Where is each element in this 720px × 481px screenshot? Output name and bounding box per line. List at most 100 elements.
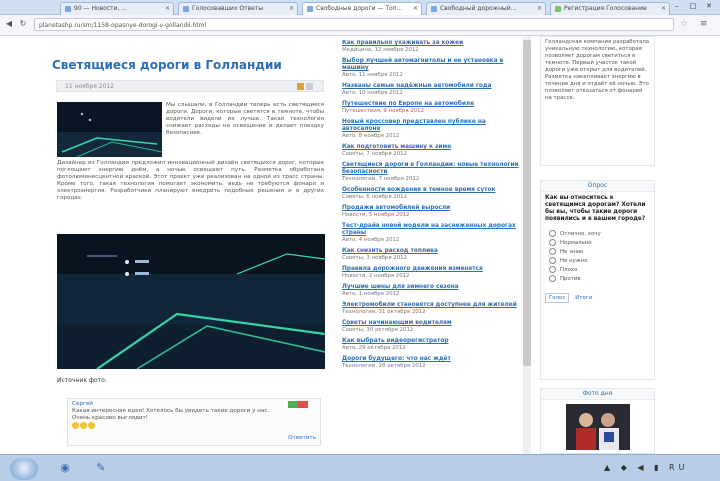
news-date: Авто, 29 октября 2012 [342,345,406,351]
news-link[interactable]: Лучшие шины для зимнего сезона [342,284,520,291]
chrome-taskbar-icon[interactable]: ◉ [50,458,80,478]
tab-2[interactable]: Голосовавших Ответы ✕ [178,2,298,15]
news-date: Путешествия, 9 ноября 2012 [342,108,425,114]
news-link[interactable]: Выбор лучшей автомагнитолы и ее установк… [342,58,520,72]
news-link[interactable]: Светящиеся дороги в Голландии: новые тех… [342,162,520,176]
news-link[interactable]: Особенности вождения в темное время суто… [342,187,520,194]
news-date: Авто, 11 ноября 2012 [342,72,403,78]
close-tab-icon[interactable]: ✕ [537,3,542,15]
poll-option[interactable]: Плохо [541,266,654,275]
news-date: Технологии, 31 октября 2012 [342,309,426,315]
list-item: Новый кроссовер представлен публике на а… [342,119,520,140]
news-link[interactable]: Как правильно ухаживать за кожей [342,40,520,47]
radio-icon[interactable] [549,275,556,282]
news-link[interactable]: Дороги будущего: что нас ждёт [342,356,520,363]
maximize-button[interactable]: □ [686,1,700,11]
poll-option[interactable]: Не знаю [541,248,654,257]
print-icon[interactable] [297,83,304,90]
list-item: Выбор лучшей автомагнитолы и ее установк… [342,58,520,79]
back-icon[interactable]: ◀ [4,19,14,29]
browser-toolbar: ◀ ↻ planetashp.ru/sm/1158-opasnye-dorogi… [0,15,720,36]
list-item: Светящиеся дороги в Голландии: новые тех… [342,162,520,183]
favicon-icon [65,5,71,12]
news-list: Как правильно ухаживать за кожей Медицина… [342,40,520,454]
list-item: Путешествие по Европе на автомобиле Путеш… [342,101,520,115]
poll-option[interactable]: Против [541,275,654,284]
news-link[interactable]: Продажи автомобилей выросли [342,205,520,212]
list-item: Названы самые надёжные автомобили года Ав… [342,83,520,97]
wrench-menu-icon[interactable]: ≡ [700,19,708,29]
news-link[interactable]: Путешествие по Европе на автомобиле [342,101,520,108]
article-meta-bar: 11 ноября 2012 [56,80,324,92]
poll-results-link[interactable]: Итоги [575,295,592,301]
poll-option[interactable]: Отлично, хочу [541,230,654,239]
news-link[interactable]: Электромобили становятся доступнее для ж… [342,302,520,309]
list-item: Дороги будущего: что нас ждёт Технологии,… [342,356,520,370]
radio-icon[interactable] [549,239,556,246]
news-link[interactable]: Как подготовить машину к зиме [342,144,520,151]
news-date: Авто, 4 ноября 2012 [342,237,400,243]
poll-header: Опрос [541,181,654,192]
news-date: Новости, 2 ноября 2012 [342,273,410,279]
close-tab-icon[interactable]: ✕ [289,3,294,15]
radio-icon[interactable] [549,257,556,264]
tab-5[interactable]: Регистрация Голосование ✕ [550,2,670,15]
comment-author[interactable]: Сергей [72,401,316,408]
news-date: Советы, 6 ноября 2012 [342,194,408,200]
smile-icon [88,422,95,429]
article-main-image [57,234,325,369]
news-date: Технологии, 7 ноября 2012 [342,176,420,182]
radio-icon[interactable] [549,266,556,273]
news-link[interactable]: Новый кроссовер представлен публике на а… [342,119,520,133]
os-taskbar: ◉ ✎ ▲ ◆ ◀ ▮ RU [0,454,720,481]
tab-strip: 90 — Новости, ... ✕ Голосовавших Ответы ✕ … [0,0,720,15]
poll-option[interactable]: Не нужно [541,257,654,266]
list-item: Как выбрать видеорегистратор Авто, 29 окт… [342,338,520,352]
news-link[interactable]: Советы начинающим водителям [342,320,520,327]
tab-1[interactable]: 90 — Новости, ... ✕ [60,2,174,15]
close-window-button[interactable]: ✕ [702,1,716,11]
news-link[interactable]: Как снизить расход топлива [342,248,520,255]
news-date: Технологии, 28 октября 2012 [342,363,426,369]
close-tab-icon[interactable]: ✕ [413,3,418,15]
news-link[interactable]: Названы самые надёжные автомобили года [342,83,520,90]
article-tools [295,83,319,91]
news-date: Советы, 3 ноября 2012 [342,255,408,261]
reload-icon[interactable]: ↻ [18,19,28,29]
scrollbar-thumb[interactable] [523,40,531,366]
list-item: Советы начинающим водителям Советы, 30 ок… [342,320,520,334]
comment-box: Сергей Какая интересная идея! Хотелось б… [67,398,321,446]
news-link[interactable]: Правила дорожного движения изменятся [342,266,520,273]
vote-up-button[interactable] [288,401,298,408]
news-link[interactable]: Тест-драйв новой модели на заснеженных д… [342,223,520,237]
tab-3-active[interactable]: Свободные дороги — Топ... ✕ [302,2,422,15]
favicon-icon [183,5,189,12]
bookmark-star-icon[interactable]: ☆ [680,19,688,29]
address-bar[interactable]: planetashp.ru/sm/1158-opasnye-dorogi-v-g… [34,18,674,31]
close-tab-icon[interactable]: ✕ [661,3,666,15]
news-link[interactable]: Как выбрать видеорегистратор [342,338,520,345]
radio-icon[interactable] [549,230,556,237]
minimize-button[interactable]: – [670,1,684,11]
sidebar-text-box: Голландская компания разработала уникаль… [540,36,655,166]
tab-4[interactable]: Свободный дорожный... ✕ [426,2,546,15]
sidebar-text: Голландская компания разработала уникаль… [545,39,650,101]
photo-of-day-box: Фото дня [540,388,655,454]
photo-header: Фото дня [541,389,654,400]
reply-link[interactable]: Ответить [288,435,316,442]
favicon-icon [555,5,561,12]
news-date: Советы, 7 ноября 2012 [342,151,408,157]
pinned-app-icon[interactable]: ✎ [86,458,116,478]
close-tab-icon[interactable]: ✕ [165,3,170,15]
article-title[interactable]: Светящиеся дороги в Голландии [52,58,282,72]
poll-option[interactable]: Нормально [541,239,654,248]
email-icon[interactable] [306,83,313,90]
photo-of-day-image[interactable] [565,404,630,450]
list-item: Как снизить расход топлива Советы, 3 нояб… [342,248,520,262]
system-tray[interactable]: ▲ ◆ ◀ ▮ RU [604,461,714,475]
start-orb-icon[interactable] [10,458,38,480]
vote-down-button[interactable] [298,401,308,408]
list-item: Продажи автомобилей выросли Новости, 5 но… [342,205,520,219]
vote-button[interactable]: Голос [545,293,570,303]
radio-icon[interactable] [549,248,556,255]
